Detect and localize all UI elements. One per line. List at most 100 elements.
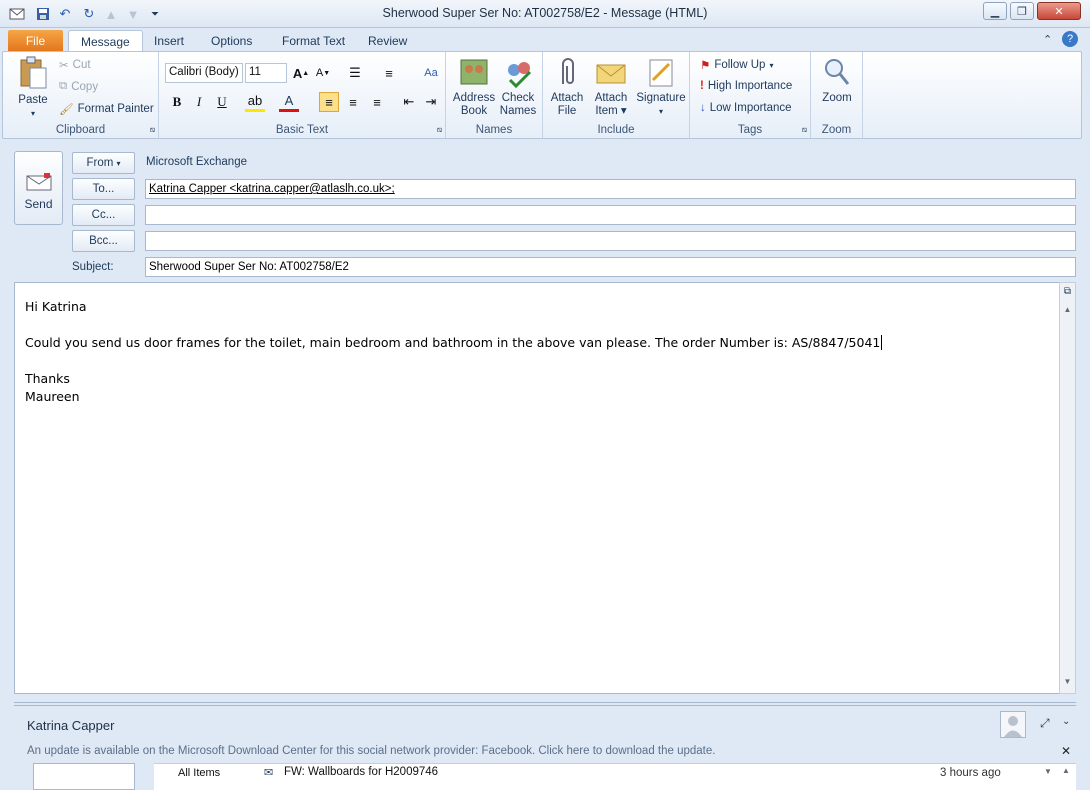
group-label-names: Names xyxy=(475,124,513,136)
group-basic-text: Calibri (Body) 11 A ▲ A ▼ ☰ ≡ Aa B I U ab … xyxy=(159,52,446,138)
envelope-icon xyxy=(596,64,626,84)
group-label-zoom: Zoom xyxy=(821,124,852,136)
window-title: Sherwood Super Ser No: AT002758/E2 - Mes… xyxy=(382,6,708,20)
underline-icon[interactable]: U xyxy=(212,92,232,112)
cc-field[interactable] xyxy=(145,205,1076,225)
cc-button[interactable]: Cc... xyxy=(72,204,135,226)
send-envelope-icon xyxy=(26,173,51,191)
from-button[interactable]: From ▾ xyxy=(72,152,135,174)
zoom-button[interactable]: Zoom xyxy=(815,56,859,105)
paperclip-icon xyxy=(562,58,574,84)
body-scrollbar[interactable]: ⧉ ▲ ▼ xyxy=(1059,282,1076,694)
group-names: Address Book Check Names Names xyxy=(446,52,543,138)
scroll-up-icon[interactable]: ▲ xyxy=(1061,305,1074,319)
numbering-icon[interactable]: ≡ xyxy=(379,63,399,83)
grow-font-icon[interactable]: A ▲ xyxy=(291,63,311,83)
tab-options[interactable]: Options xyxy=(199,30,264,52)
tab-file[interactable]: File xyxy=(8,30,63,52)
to-button[interactable]: To... xyxy=(72,178,135,200)
people-pane-photo xyxy=(33,763,135,790)
paste-icon xyxy=(20,56,47,89)
attach-file-button[interactable]: Attach File xyxy=(547,56,587,118)
address-book-button[interactable]: Address Book xyxy=(450,56,498,118)
attach-item-button[interactable]: Attach Item ▾ xyxy=(589,56,633,118)
sort-dropdown-icon[interactable]: ▼ xyxy=(1044,767,1052,776)
cut-button[interactable]: ✂ Cut xyxy=(59,58,91,72)
align-left-icon[interactable]: ≡ xyxy=(319,92,339,112)
font-size-combo[interactable]: 11 xyxy=(245,63,287,83)
pane-splitter[interactable] xyxy=(14,702,1076,706)
activity-item-subject[interactable]: FW: Wallboards for H2009746 xyxy=(284,766,438,778)
dialog-launcher-icon[interactable]: ⧅ xyxy=(150,125,155,135)
copy-button[interactable]: ⧉ Copy xyxy=(59,80,98,93)
activity-list: All Items ✉ FW: Wallboards for H2009746 … xyxy=(154,763,1076,790)
group-include: Attach File Attach Item ▾ Signature ▾ In… xyxy=(543,52,690,138)
align-right-icon[interactable]: ≡ xyxy=(367,92,387,112)
format-painter-button[interactable]: 🖌 Format Painter xyxy=(59,102,154,116)
tab-message[interactable]: Message xyxy=(68,30,143,52)
highlight-icon[interactable]: ab xyxy=(245,92,265,112)
signature-button[interactable]: Signature ▾ xyxy=(633,56,689,118)
ruler-toggle-icon[interactable]: ⧉ xyxy=(1061,286,1074,300)
font-name-combo[interactable]: Calibri (Body) xyxy=(165,63,243,83)
decrease-indent-icon[interactable]: ⇤ xyxy=(399,92,419,112)
address-book-icon xyxy=(460,59,488,85)
paintbrush-icon: 🖌 xyxy=(59,104,74,116)
paste-button[interactable]: Paste ▾ xyxy=(13,56,53,120)
dialog-launcher-icon[interactable]: ⧅ xyxy=(437,125,442,135)
dialog-launcher-icon[interactable]: ⧅ xyxy=(802,125,807,135)
align-center-icon[interactable]: ≡ xyxy=(343,92,363,112)
to-field[interactable]: Katrina Capper <katrina.capper@atlaslh.c… xyxy=(145,179,1076,199)
font-color-icon[interactable]: A xyxy=(279,92,299,112)
group-label-clipboard: Clipboard xyxy=(55,124,106,136)
styles-icon[interactable]: Aa xyxy=(421,63,441,83)
close-button[interactable]: ✕ xyxy=(1037,2,1081,20)
text-cursor: ​ xyxy=(881,335,883,350)
send-button[interactable]: Send xyxy=(14,151,63,225)
increase-indent-icon[interactable]: ⇥ xyxy=(421,92,441,112)
help-icon[interactable]: ? xyxy=(1062,31,1078,47)
check-names-button[interactable]: Check Names xyxy=(496,56,540,118)
tab-format-text[interactable]: Format Text xyxy=(270,30,357,52)
group-zoom: Zoom Zoom xyxy=(811,52,863,138)
follow-up-button[interactable]: ⚑ Follow Up ▾ xyxy=(700,58,773,72)
body-paragraph: Could you send us door frames for the to… xyxy=(25,335,883,350)
subject-label: Subject: xyxy=(72,261,114,273)
tab-review[interactable]: Review xyxy=(356,30,419,52)
collapse-pane-icon[interactable]: ⌄ xyxy=(1062,716,1070,727)
contact-avatar[interactable] xyxy=(1000,711,1026,738)
message-body[interactable]: Hi Katrina Could you send us door frames… xyxy=(14,282,1062,694)
tab-insert[interactable]: Insert xyxy=(142,30,196,52)
email-item-icon: ✉ xyxy=(264,767,274,779)
scroll-down-icon[interactable]: ▼ xyxy=(1061,677,1074,691)
high-importance-button[interactable]: ! High Importance xyxy=(700,80,792,92)
scissors-icon: ✂ xyxy=(59,60,69,72)
minimize-ribbon-icon[interactable]: ⌃ xyxy=(1043,33,1052,46)
list-scroll-up-icon[interactable]: ▲ xyxy=(1062,766,1070,775)
minimize-button[interactable]: ▁ xyxy=(983,2,1007,20)
update-notice[interactable]: An update is available on the Microsoft … xyxy=(27,745,715,757)
expand-pane-icon[interactable]: ⤢ xyxy=(1040,716,1050,731)
low-importance-button[interactable]: ↓ Low Importance xyxy=(700,102,792,114)
group-label-tags: Tags xyxy=(737,124,763,136)
bcc-field[interactable] xyxy=(145,231,1076,251)
body-signature: Maureen xyxy=(25,389,80,404)
exclamation-icon: ! xyxy=(700,80,704,92)
filter-all-items[interactable]: All Items xyxy=(178,767,220,779)
down-arrow-icon: ↓ xyxy=(700,102,706,114)
bcc-button[interactable]: Bcc... xyxy=(72,230,135,252)
bullets-icon[interactable]: ☰ xyxy=(345,63,365,83)
body-closing: Thanks xyxy=(25,371,70,386)
check-names-icon xyxy=(508,62,532,89)
person-icon xyxy=(1004,716,1022,737)
italic-icon[interactable]: I xyxy=(189,92,209,112)
maximize-button[interactable]: ❐ xyxy=(1010,2,1034,20)
from-value: Microsoft Exchange xyxy=(146,156,247,168)
bold-icon[interactable]: B xyxy=(167,92,187,112)
dismiss-notice-icon[interactable]: ✕ xyxy=(1061,744,1071,758)
subject-field[interactable]: Sherwood Super Ser No: AT002758/E2 xyxy=(145,257,1076,277)
ribbon-tabs: File Message Insert Options Format Text … xyxy=(0,28,1090,52)
title-bar: ↶ ↻ ▲ ▼ ⏷ Sherwood Super Ser No: AT00275… xyxy=(0,0,1090,28)
shrink-font-icon[interactable]: A ▼ xyxy=(313,63,333,83)
activity-item-time: 3 hours ago xyxy=(940,767,1001,779)
